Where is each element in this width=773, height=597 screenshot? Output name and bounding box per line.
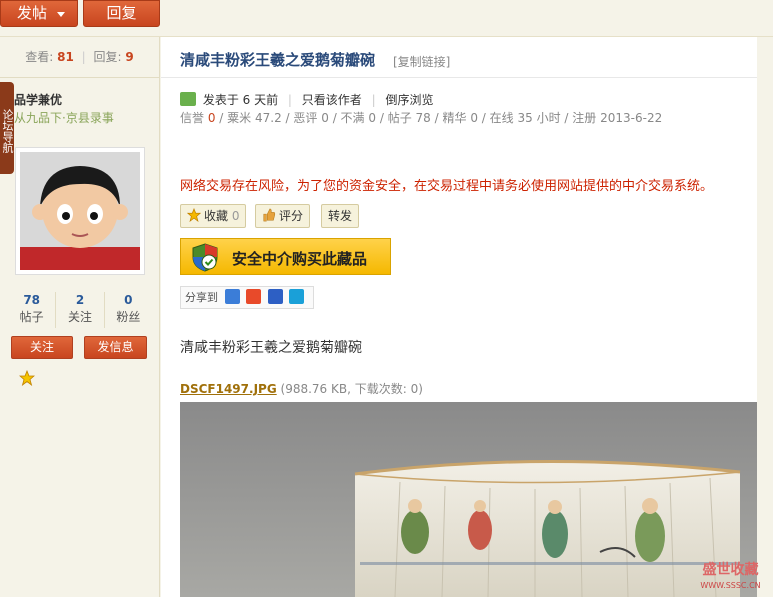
replies-count: 9 [125, 50, 134, 64]
copy-link[interactable]: [复制链接] [393, 53, 450, 70]
share-label: 分享到 [185, 291, 218, 304]
posts-value: 78 [415, 111, 431, 125]
attachment-link[interactable]: DSCF1497.JPG [180, 382, 277, 396]
count-value: 2 [75, 293, 85, 307]
post-meta: 发表于 6 天前 | 只看该作者 | 倒序浏览 [180, 91, 434, 107]
thread-stats: 查看: 81 | 回复: 9 [0, 37, 159, 78]
digest-label: 精华 [442, 111, 467, 125]
bad-value: 0 [321, 111, 329, 125]
avatar[interactable] [15, 147, 145, 275]
divider: | [287, 93, 292, 107]
grain-value: 47.2 [255, 111, 282, 125]
tencent-weibo-icon[interactable] [289, 289, 304, 304]
reg-value: 2013-6-22 [600, 111, 663, 125]
count-value: 78 [23, 293, 41, 307]
reverse-order-link[interactable]: 倒序浏览 [386, 93, 434, 107]
send-message-button[interactable]: 发信息 [84, 336, 147, 359]
forum-nav-tab[interactable]: 论坛导航 [0, 82, 14, 174]
favorite-count: 0 [231, 209, 240, 223]
rate-label: 评分 [279, 209, 304, 223]
shield-check-icon [192, 243, 218, 272]
post-content: 清咸丰粉彩王羲之爱鹅菊瓣碗 [复制链接] 发表于 6 天前 | 只看该作者 | … [161, 37, 757, 597]
grain-label: 粟米 [227, 111, 252, 125]
credit-label: 信誉 [180, 111, 205, 125]
watermark-url: WWW.SSSC.CN [700, 581, 761, 590]
action-bar: 发帖 回复 [0, 0, 773, 37]
count-label: 关注 [67, 310, 92, 324]
author-name[interactable]: 品学兼优 [14, 91, 62, 108]
unsat-label: 不满 [340, 111, 365, 125]
follow-button[interactable]: 关注 [11, 336, 73, 359]
star-medal-icon [19, 370, 35, 386]
new-post-label: 发帖 [17, 4, 48, 22]
divider: | [371, 93, 376, 107]
count-label: 粉丝 [116, 310, 141, 324]
author-rank: 从九品下·京县录事 [14, 111, 114, 125]
reply-button[interactable]: 回复 [83, 0, 160, 27]
replies-label: 回复: [93, 50, 122, 64]
post-body-text: 清咸丰粉彩王羲之爱鹅菊瓣碗 [180, 340, 362, 356]
count-value: 0 [124, 293, 133, 307]
unsat-value: 0 [368, 111, 377, 125]
attachment-meta: (988.76 KB, 下载次数: 0) [280, 382, 423, 396]
divider: | [81, 50, 86, 64]
count-label: 帖子 [19, 310, 44, 324]
porcelain-bowl-image [180, 402, 757, 597]
forward-button[interactable]: 转发 [321, 204, 360, 228]
reg-label: 注册 [572, 111, 597, 125]
qzone-icon[interactable] [224, 289, 240, 304]
share-bar: 分享到 [180, 286, 314, 309]
secure-buy-banner[interactable]: 安全中介购买此藏品 [180, 238, 391, 275]
digest-value: 0 [470, 111, 478, 125]
page-title: 清咸丰粉彩王羲之爱鹅菊瓣碗 [180, 51, 376, 69]
only-author-link[interactable]: 只看该作者 [302, 93, 362, 107]
risk-warning: 网络交易存在风险，为了您的资金安全，在交易过程中请务必使用网站提供的中介交易系统… [180, 179, 714, 194]
weibo-icon[interactable] [246, 289, 261, 304]
new-post-button[interactable]: 发帖 [0, 0, 78, 27]
avatar-image [20, 152, 140, 270]
author-sidebar: 查看: 81 | 回复: 9 论坛导航 品学兼优 从九品下·京县录事 78 帖子… [0, 37, 160, 597]
watermark-title: 盛世收藏 [702, 562, 759, 578]
count-fans[interactable]: 0 粉丝 [105, 292, 152, 328]
attachment-info: DSCF1497.JPG (988.76 KB, 下载次数: 0) [180, 380, 423, 397]
thumbs-up-icon [263, 208, 276, 222]
online-label: 在线 [489, 111, 514, 125]
post-photo[interactable] [180, 402, 757, 597]
favorite-label: 收藏 [204, 209, 229, 223]
secure-buy-label: 安全中介购买此藏品 [232, 250, 368, 268]
views-label: 查看: [25, 50, 54, 64]
rate-button[interactable]: 评分 [255, 204, 311, 228]
online-value: 35 小时 [517, 111, 561, 125]
forum-page: 发帖 回复 查看: 81 | 回复: 9 论坛导航 品学兼优 从九品下·京县录事 [0, 0, 773, 597]
site-watermark: 盛世收藏 WWW.SSSC.CN [688, 560, 773, 597]
chevron-down-icon [57, 12, 65, 17]
bad-label: 恶评 [293, 111, 318, 125]
online-user-icon [180, 92, 196, 106]
star-icon [187, 208, 201, 222]
right-margin [757, 37, 773, 597]
credit-value: 0 [207, 111, 216, 125]
count-posts[interactable]: 78 帖子 [8, 292, 57, 328]
views-count: 81 [57, 50, 74, 64]
author-stats-line: 信誉 0 / 粟米 47.2 / 恶评 0 / 不满 0 / 帖子 78 / 精… [180, 111, 663, 125]
baidu-icon[interactable] [267, 289, 283, 304]
count-following[interactable]: 2 关注 [56, 292, 105, 328]
posted-time: 发表于 6 天前 [202, 93, 279, 107]
post-header: 清咸丰粉彩王羲之爱鹅菊瓣碗 [复制链接] [161, 37, 757, 78]
posts-label: 帖子 [387, 111, 412, 125]
author-counts: 78 帖子 2 关注 0 粉丝 [8, 292, 152, 328]
favorite-button[interactable]: 收藏 0 [180, 204, 247, 228]
